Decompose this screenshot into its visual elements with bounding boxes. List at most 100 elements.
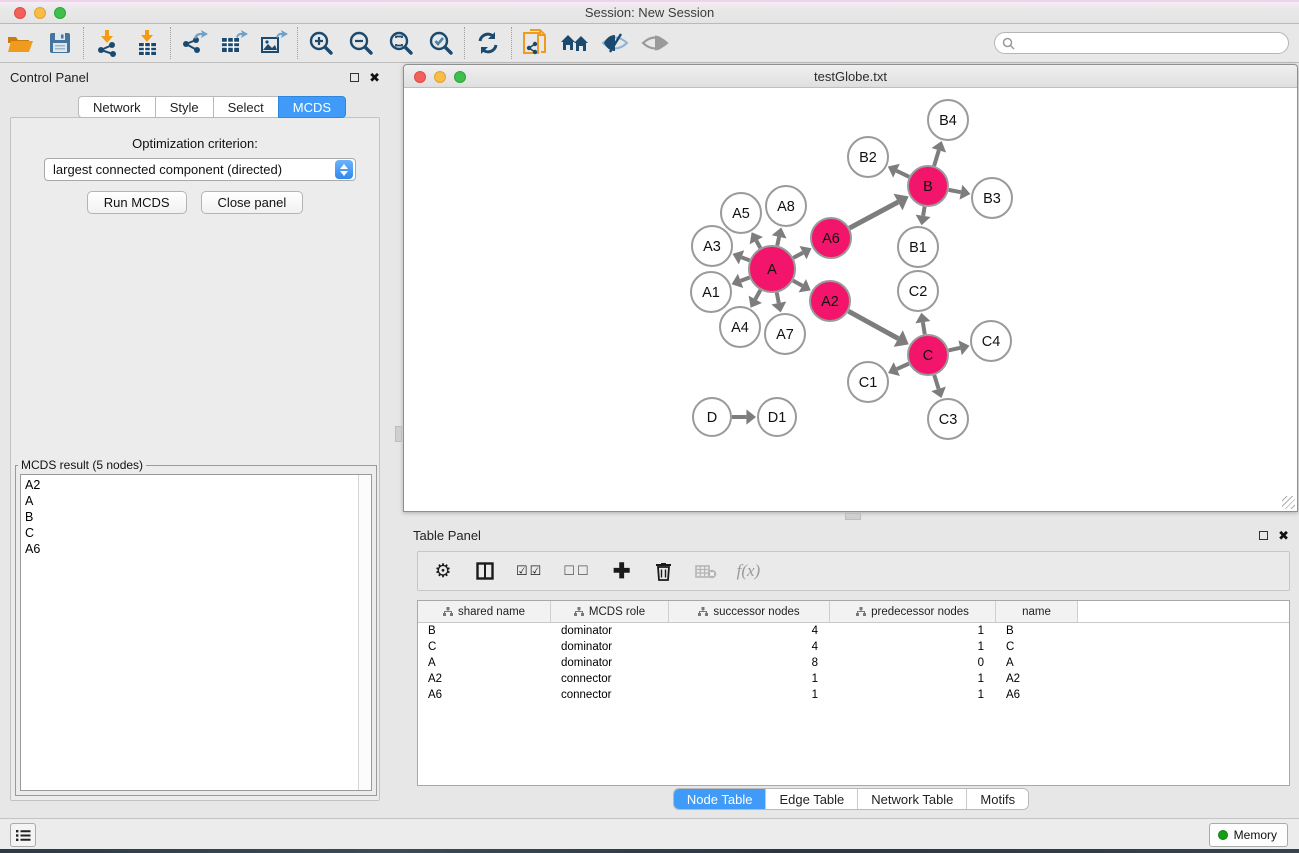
tab-node-table[interactable]: Node Table [674, 789, 767, 809]
first-neighbors-button[interactable] [515, 26, 555, 60]
graph-node-C3[interactable]: C3 [928, 399, 968, 439]
graph-node-A2[interactable]: A2 [810, 281, 850, 321]
table-cell[interactable]: dominator [551, 639, 669, 655]
mcds-result-item[interactable]: A2 [25, 477, 354, 493]
close-panel-button[interactable]: Close panel [201, 191, 304, 214]
table-cell[interactable]: 1 [830, 623, 996, 639]
graph-edge-B-B2[interactable] [888, 164, 909, 178]
graph-node-B4[interactable]: B4 [928, 100, 968, 140]
graph-edge-B-B3[interactable] [949, 185, 971, 200]
close-panel-icon[interactable]: ✖ [369, 73, 380, 82]
minimize-network-button[interactable] [434, 71, 446, 83]
hide-selected-button[interactable] [595, 26, 635, 60]
graph-node-D1[interactable]: D1 [758, 398, 796, 436]
graph-edge-A6-B[interactable] [850, 194, 909, 228]
tab-motifs[interactable]: Motifs [967, 789, 1028, 809]
column-header-shared-name[interactable]: shared name [418, 601, 551, 622]
table-row[interactable]: Bdominator41B [418, 623, 1289, 639]
table-cell[interactable]: A2 [996, 671, 1078, 687]
open-file-button[interactable] [0, 26, 40, 60]
minimize-window-button[interactable] [34, 7, 46, 19]
search-input[interactable] [1015, 34, 1288, 52]
export-table-button[interactable] [214, 26, 254, 60]
table-settings-button[interactable]: ⚙ [432, 560, 454, 583]
window-resize-grip[interactable] [1282, 496, 1295, 509]
vertical-splitter-handle[interactable] [395, 426, 402, 442]
graph-node-D[interactable]: D [693, 398, 731, 436]
tab-select[interactable]: Select [213, 96, 278, 118]
graph-node-C[interactable]: C [908, 335, 948, 375]
table-cell[interactable]: C [996, 639, 1078, 655]
list-scrollbar[interactable] [358, 475, 371, 790]
close-window-button[interactable] [14, 7, 26, 19]
table-cell[interactable]: dominator [551, 623, 669, 639]
save-session-button[interactable] [40, 26, 80, 60]
table-cell[interactable]: B [418, 623, 551, 639]
mcds-result-item[interactable]: A6 [25, 541, 354, 557]
table-cell[interactable]: 1 [830, 639, 996, 655]
graph-node-B3[interactable]: B3 [972, 178, 1012, 218]
graph-edge-A-A5[interactable] [750, 232, 763, 248]
table-row[interactable]: Cdominator41C [418, 639, 1289, 655]
tab-style[interactable]: Style [155, 96, 213, 118]
table-cell[interactable]: 1 [669, 687, 830, 703]
graph-edge-A-A1[interactable] [732, 274, 750, 288]
close-network-button[interactable] [414, 71, 426, 83]
table-cell[interactable]: A [418, 655, 551, 671]
table-cell[interactable]: B [996, 623, 1078, 639]
zoom-fit-button[interactable] [381, 26, 421, 60]
graph-edge-A-A7[interactable] [771, 293, 786, 313]
table-row[interactable]: A2connector11A2 [418, 671, 1289, 687]
graph-edge-A-A4[interactable] [749, 290, 762, 308]
delete-table-button[interactable] [695, 564, 717, 579]
export-image-button[interactable] [254, 26, 294, 60]
search-field[interactable] [994, 32, 1289, 54]
graph-edge-D-D1[interactable] [732, 409, 756, 424]
table-cell[interactable]: connector [551, 671, 669, 687]
graph-node-A1[interactable]: A1 [691, 272, 731, 312]
graph-node-A6[interactable]: A6 [811, 218, 851, 258]
table-cell[interactable]: 1 [830, 671, 996, 687]
graph-node-C4[interactable]: C4 [971, 321, 1011, 361]
memory-button[interactable]: Memory [1209, 823, 1288, 847]
column-header-predecessor-nodes[interactable]: predecessor nodes [830, 601, 996, 622]
column-header-name[interactable]: name [996, 601, 1078, 622]
graph-edge-C-C1[interactable] [888, 362, 909, 376]
home-button[interactable] [555, 26, 595, 60]
graph-edge-B-B1[interactable] [916, 207, 931, 226]
table-row[interactable]: A6connector11A6 [418, 687, 1289, 703]
tab-network[interactable]: Network [78, 96, 155, 118]
import-table-button[interactable] [127, 26, 167, 60]
graph-edge-C-C4[interactable] [948, 340, 969, 355]
function-builder-button[interactable]: f(x) [737, 561, 761, 581]
graph-node-B2[interactable]: B2 [848, 137, 888, 177]
import-network-button[interactable] [87, 26, 127, 60]
graph-edge-A2-C[interactable] [848, 311, 908, 347]
graph-edge-C-C3[interactable] [931, 375, 946, 398]
table-cell[interactable]: dominator [551, 655, 669, 671]
select-all-columns-button[interactable]: ☑☑ [516, 563, 543, 579]
table-cell[interactable]: 8 [669, 655, 830, 671]
graph-edge-A-A8[interactable] [772, 227, 787, 245]
graph-edge-A-A6[interactable] [793, 246, 811, 259]
mcds-result-list[interactable]: A2ABCA6 [20, 474, 372, 791]
graph-node-B1[interactable]: B1 [898, 227, 938, 267]
mcds-result-item[interactable]: B [25, 509, 354, 525]
table-cell[interactable]: 1 [830, 687, 996, 703]
table-cell[interactable]: A6 [418, 687, 551, 703]
graph-edge-A-A2[interactable] [793, 279, 811, 292]
export-network-button[interactable] [174, 26, 214, 60]
show-all-button[interactable] [635, 26, 675, 60]
table-cell[interactable]: A6 [996, 687, 1078, 703]
tab-network-table[interactable]: Network Table [858, 789, 967, 809]
graph-edge-B-B4[interactable] [932, 141, 947, 166]
graph-node-C2[interactable]: C2 [898, 271, 938, 311]
add-column-button[interactable]: ✚ [611, 559, 633, 584]
zoom-in-button[interactable] [301, 26, 341, 60]
table-row[interactable]: Adominator80A [418, 655, 1289, 671]
graph-edge-C-C2[interactable] [915, 313, 930, 335]
table-cell[interactable]: C [418, 639, 551, 655]
horizontal-splitter-handle[interactable] [845, 513, 861, 520]
optimization-criterion-select[interactable]: largest connected component (directed) [44, 158, 356, 181]
table-cell[interactable]: connector [551, 687, 669, 703]
